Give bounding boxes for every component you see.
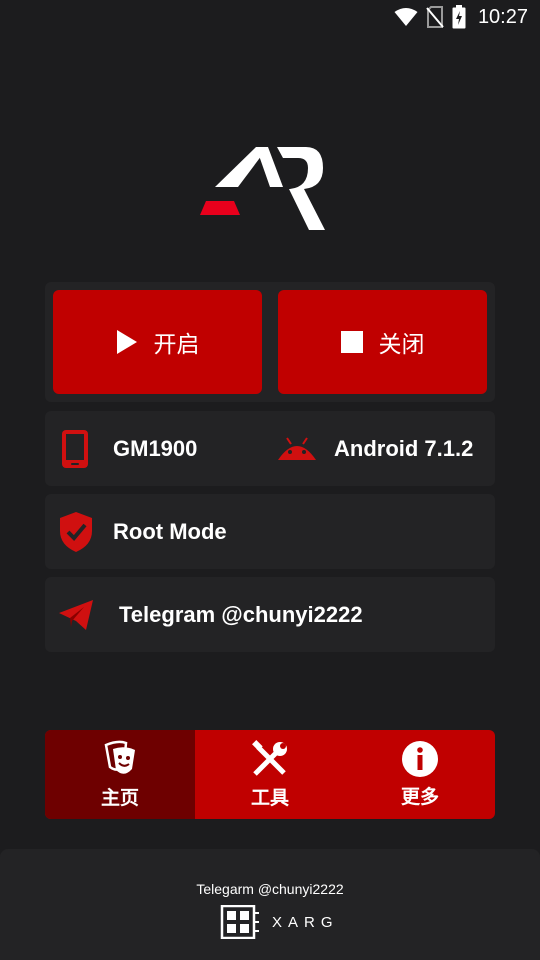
bottom-nav: 主页 工具 更多 (45, 730, 495, 819)
nav-label-more: 更多 (400, 787, 439, 808)
start-button-label: 开启 (153, 331, 200, 357)
battery-charging-icon (452, 5, 466, 29)
telegram-card[interactable]: Telegram @chunyi2222 (45, 577, 495, 652)
status-icons: 10:27 (394, 5, 528, 29)
brand-text: XARG (272, 913, 339, 931)
device-os-text: Android 7.1.2 (334, 435, 474, 461)
phone-icon (62, 429, 88, 468)
start-button[interactable]: 开启 (53, 290, 262, 394)
android-icon (278, 436, 316, 460)
status-time: 10:27 (477, 5, 528, 28)
ar-logo (198, 140, 328, 235)
root-mode: Root Mode (58, 494, 227, 569)
footer-text: Telegarm @chunyi2222 (196, 881, 344, 897)
theater-mask-icon (104, 740, 135, 774)
info-icon (402, 741, 438, 777)
status-bar: 10:27 (0, 0, 540, 36)
footer: Telegarm @chunyi2222 XARG (0, 849, 540, 960)
device-model-text: GM1900 (113, 435, 198, 461)
telegram-link[interactable]: Telegram @chunyi2222 (58, 577, 363, 652)
nav-item-tools[interactable]: 工具 (195, 730, 345, 819)
nav-item-more[interactable]: 更多 (345, 730, 495, 819)
device-model: GM1900 (61, 411, 197, 486)
no-sim-icon (426, 6, 444, 28)
stop-icon (340, 331, 363, 353)
root-mode-card: Root Mode (45, 494, 495, 569)
nav-label-home: 主页 (100, 788, 139, 809)
wifi-icon (394, 8, 418, 26)
shield-check-icon (60, 511, 92, 552)
root-mode-text: Root Mode (113, 518, 227, 544)
footer-brand: XARG (220, 905, 339, 939)
ar-logo-icon (200, 147, 325, 230)
tools-icon (252, 740, 287, 776)
stop-button-label: 关闭 (378, 331, 425, 357)
nav-item-home[interactable]: 主页 (45, 730, 195, 819)
device-os: Android 7.1.2 (277, 411, 473, 486)
device-info-card: GM1900 Android 7.1.2 (45, 411, 495, 486)
xarg-logo-icon (220, 905, 259, 939)
control-panel: 开启 关闭 (45, 282, 495, 402)
telegram-icon (59, 599, 93, 630)
stop-button[interactable]: 关闭 (278, 290, 487, 394)
play-icon (116, 330, 137, 354)
telegram-text: Telegram @chunyi2222 (119, 601, 363, 627)
nav-label-tools: 工具 (250, 788, 289, 809)
